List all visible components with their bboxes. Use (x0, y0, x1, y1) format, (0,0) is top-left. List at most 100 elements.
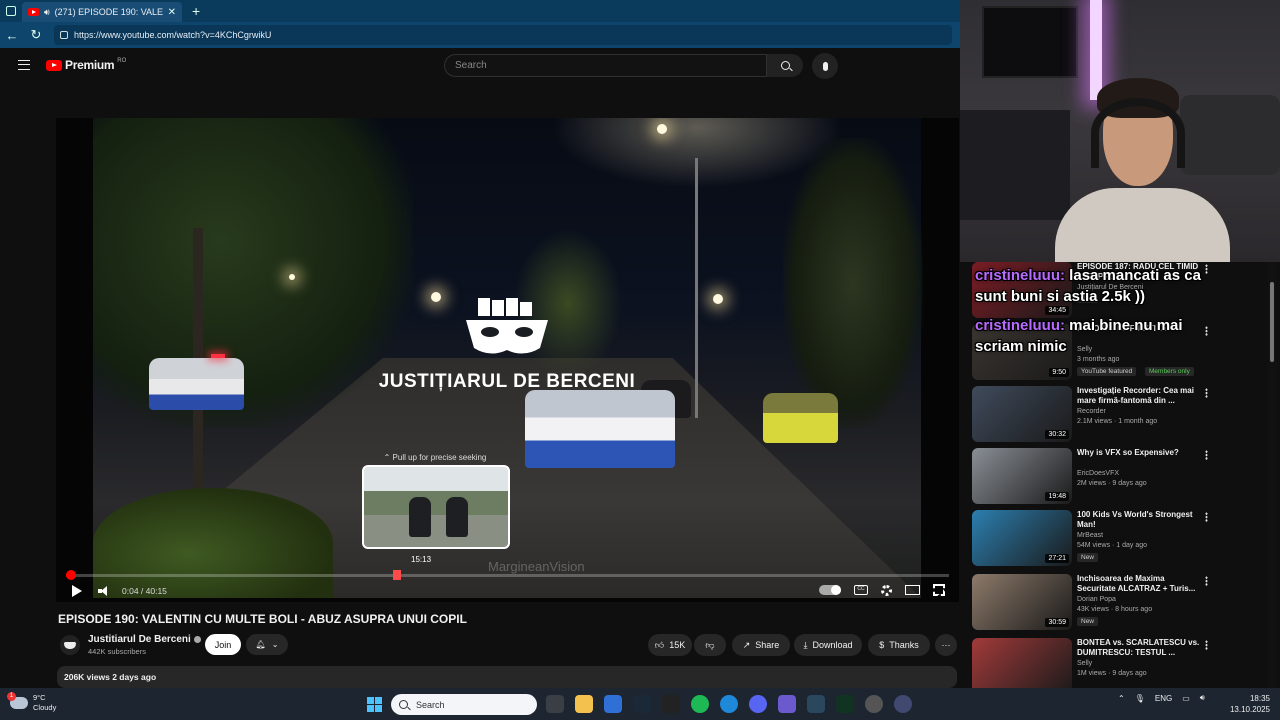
more-options-icon[interactable] (1205, 640, 1208, 650)
channel-avatar[interactable] (60, 635, 80, 655)
thumbs-down-icon: 👎︎ (705, 639, 715, 650)
file-explorer-icon[interactable] (575, 695, 593, 713)
video-thumbnail[interactable]: 19:48 (972, 448, 1072, 504)
channel-name[interactable]: Selly (1077, 346, 1092, 353)
more-options-icon[interactable] (1205, 388, 1208, 398)
like-button[interactable]: 👍︎ 15K (648, 634, 692, 656)
back-icon[interactable]: ← (0, 28, 24, 43)
settings-icon[interactable] (881, 584, 892, 596)
more-options-icon[interactable] (1205, 450, 1208, 460)
chat-text: sunt buni si astia 2.5k )) (975, 288, 1146, 305)
autoplay-toggle[interactable] (819, 585, 841, 595)
channel-name[interactable]: Recorder (1077, 408, 1106, 415)
teams-icon[interactable] (778, 695, 796, 713)
notifications-button[interactable]: 🔔︎ ⌄ (246, 634, 288, 655)
channel-name[interactable]: Dorian Popa (1077, 596, 1116, 603)
description-box[interactable]: 206K views 2 days ago (57, 666, 957, 688)
obs-icon[interactable] (865, 695, 883, 713)
preview-person (446, 497, 468, 537)
terminal-icon[interactable] (836, 695, 854, 713)
video-thumbnail[interactable]: 30:59 (972, 574, 1072, 630)
video-thumbnail[interactable]: 27:21 (972, 510, 1072, 566)
epic-games-icon[interactable] (662, 695, 680, 713)
weather-widget[interactable]: 1 9°C Cloudy (7, 692, 56, 713)
video-title: EPISODE 190: VALENTIN CU MULTE BOLI - AB… (58, 612, 467, 626)
channel-name[interactable]: MrBeast (1077, 532, 1103, 539)
theater-mode-icon[interactable] (905, 585, 920, 595)
captions-icon[interactable]: CC (854, 585, 868, 595)
street-lamp (657, 124, 667, 134)
more-options-icon[interactable] (1205, 576, 1208, 586)
video-title[interactable]: 100 Kids Vs World's Strongest Man! (1077, 510, 1205, 530)
edge-icon[interactable] (720, 695, 738, 713)
join-button[interactable]: Join (205, 634, 241, 655)
app-icon[interactable] (894, 695, 912, 713)
recommended-video[interactable]: 19:48 Why is VFX so Expensive? EricDoesVFX… (972, 448, 1272, 508)
volume-icon[interactable] (98, 586, 110, 596)
dislike-button[interactable]: 👎︎ (694, 634, 726, 656)
street-lamp (289, 274, 295, 280)
channel-name[interactable]: EricDoesVFX (1077, 470, 1119, 477)
spotify-icon[interactable] (691, 695, 709, 713)
steam-icon[interactable] (633, 695, 651, 713)
play-icon[interactable] (72, 585, 82, 597)
microphone-icon (822, 61, 828, 71)
network-icon[interactable]: ▭ (1182, 694, 1190, 703)
channel-name[interactable]: Selly (1077, 660, 1092, 667)
taskbar-clock[interactable]: 18:35 13.10.2025 (1220, 693, 1270, 715)
refresh-icon[interactable]: ↻ (24, 27, 48, 43)
speaker-icon[interactable]: 🔊︎ (1200, 693, 1205, 703)
youtube-logo[interactable]: Premium RO (46, 58, 126, 72)
download-button[interactable]: ⤓ Download (794, 634, 862, 656)
video-player[interactable]: JUSTIȚIARUL DE BERCENI ⌃ Pull up for pre… (56, 118, 959, 602)
mask-logo-icon (466, 298, 548, 354)
thumbs-up-icon: 👍︎ (654, 639, 665, 650)
microphone-tray-icon[interactable]: 🎙︎ (1135, 694, 1145, 703)
taskbar-search[interactable]: Search (391, 694, 537, 715)
channel-name-row[interactable]: Justitiarul De Berceni (88, 634, 201, 645)
more-options-icon[interactable] (1205, 326, 1208, 336)
discord-icon[interactable] (749, 695, 767, 713)
video-title[interactable]: Inchisoarea de Maxima Securitate ALCATRA… (1077, 574, 1205, 594)
notification-badge: 1 (7, 692, 16, 701)
language-indicator[interactable]: ENG (1155, 694, 1172, 703)
fullscreen-icon[interactable] (933, 584, 945, 596)
voice-search-button[interactable] (812, 53, 838, 79)
close-tab-icon[interactable]: ✕ (168, 7, 176, 18)
more-actions-button[interactable]: ··· (935, 634, 957, 656)
tab-audio-icon[interactable]: 🔊︎ (44, 7, 50, 18)
search-input[interactable]: Search (444, 54, 767, 77)
share-button[interactable]: ↗ Share (732, 634, 790, 656)
video-thumbnail[interactable]: 30:32 (972, 386, 1072, 442)
show-hidden-icons-icon[interactable]: ⌃ (1118, 694, 1125, 703)
browser-tab[interactable]: 🔊︎ (271) EPISODE 190: VALENTI ✕ (22, 2, 182, 22)
video-title[interactable]: Investigație Recorder: Cea mai mare firm… (1077, 386, 1205, 406)
webcam-overlay (960, 0, 1280, 262)
recommended-video[interactable]: 27:21 100 Kids Vs World's Strongest Man! M… (972, 510, 1272, 570)
system-tray: ⌃ 🎙︎ ENG ▭ 🔊︎ (1118, 693, 1205, 703)
video-title[interactable]: Why is VFX so Expensive? (1077, 448, 1205, 458)
url-text: https://www.youtube.com/watch?v=4KChCgrw… (74, 30, 272, 40)
channel-name[interactable]: Justitiarul De Berceni (88, 634, 191, 645)
more-options-icon[interactable] (1205, 264, 1208, 274)
video-thumbnail[interactable] (972, 638, 1072, 694)
steam-client-icon[interactable] (807, 695, 825, 713)
store-icon[interactable] (604, 695, 622, 713)
recommended-video[interactable]: 30:59 Inchisoarea de Maxima Securitate AL… (972, 574, 1272, 634)
search-button[interactable] (767, 54, 803, 77)
video-title[interactable]: BONTEA vs. SCARLATESCU vs. DUMITRESCU: T… (1077, 638, 1205, 658)
tab-actions-icon[interactable] (0, 0, 22, 22)
scrubber-handle[interactable] (66, 570, 76, 580)
thanks-button[interactable]: $ Thanks (868, 634, 930, 656)
menu-icon[interactable] (18, 60, 30, 70)
video-frame[interactable]: JUSTIȚIARUL DE BERCENI ⌃ Pull up for pre… (93, 118, 923, 598)
taskbar-search-label: Search (416, 699, 445, 710)
task-view-icon[interactable] (546, 695, 564, 713)
new-tab-button[interactable]: + (192, 3, 200, 19)
recommended-video[interactable]: 30:32 Investigație Recorder: Cea mai mare… (972, 386, 1272, 446)
video-badge: New (1077, 553, 1099, 562)
url-field[interactable]: https://www.youtube.com/watch?v=4KChCgrw… (54, 25, 952, 45)
windows-start-icon[interactable] (367, 697, 382, 712)
more-options-icon[interactable] (1205, 512, 1208, 522)
progress-bar[interactable] (66, 570, 949, 580)
